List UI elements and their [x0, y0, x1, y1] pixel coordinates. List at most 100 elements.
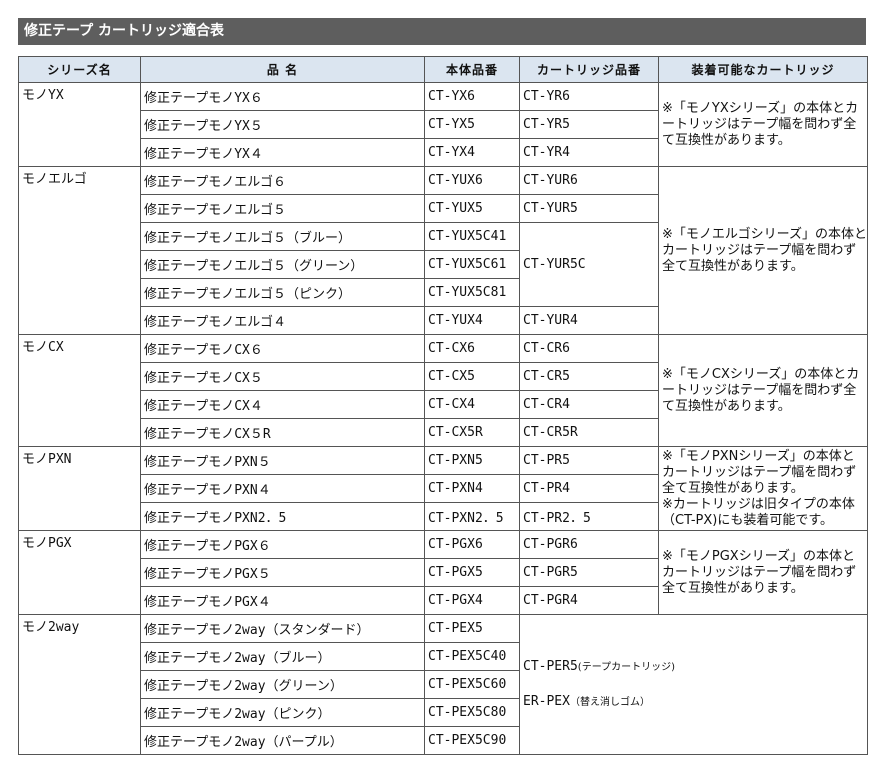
- body-number: CT-CX4: [424, 390, 520, 419]
- product-name: 修正テープモノエルゴ５（ブルー）: [140, 222, 425, 251]
- body-number: CT-PGX6: [424, 530, 520, 559]
- product-name: 修正テープモノCX６: [140, 334, 425, 363]
- body-number: CT-YX6: [424, 82, 520, 111]
- table-header-row: シリーズ名 品 名 本体品番 カートリッジ品番 装着可能なカートリッジ: [18, 56, 868, 83]
- cartridge-desc: (テープカートリッジ): [577, 661, 675, 673]
- series-name: モノエルゴ: [18, 166, 141, 335]
- product-name: 修正テープモノPGX６: [140, 530, 425, 559]
- series-name: モノYX: [18, 82, 141, 167]
- cartridge-line: ER-PEX（替え消しゴム）: [523, 693, 867, 712]
- product-name: 修正テープモノ2way（ピンク）: [140, 698, 425, 727]
- product-name: 修正テープモノ2way（ブルー）: [140, 642, 425, 671]
- body-number: CT-CX6: [424, 334, 520, 363]
- table-row: モノ2way 修正テープモノ2way（スタンダード） CT-PEX5 CT-PER5(…: [18, 614, 868, 755]
- note-text: ※「モノCXシリーズ」の本体とカートリッジはテープ幅を問わず全て互換性があります…: [662, 366, 860, 414]
- product-name: 修正テープモノPXN４: [140, 474, 425, 503]
- product-name: 修正テープモノエルゴ５（ピンク）: [140, 278, 425, 307]
- cartridge-number: CT-PGR6: [519, 530, 659, 559]
- product-name: 修正テープモノPGX４: [140, 586, 425, 615]
- compatibility-note: ※「モノPXNシリーズ」の本体とカートリッジはテープ幅を問わず全て互換性がありま…: [658, 446, 868, 531]
- product-name: 修正テープモノ2way（パープル）: [140, 726, 425, 755]
- cartridge-number: CT-CR4: [519, 390, 659, 419]
- body-number: CT-CX5R: [424, 418, 520, 447]
- cartridge-number: CT-PR4: [519, 474, 659, 503]
- product-name: 修正テープモノ2way（スタンダード）: [140, 614, 425, 643]
- product-name: 修正テープモノ2way（グリーン）: [140, 670, 425, 699]
- body-number: CT-YUX5C61: [424, 250, 520, 279]
- body-number: CT-YUX4: [424, 306, 520, 335]
- table-body: モノYX 修正テープモノYX６ CT-YX6 CT-YR6 ※「モノYXシリーズ」の本体…: [18, 82, 868, 755]
- cartridge-desc: （替え消しゴム）: [569, 696, 650, 708]
- cartridge-number: CT-PR2．5: [519, 502, 659, 531]
- cartridge-number: CT-YR5: [519, 110, 659, 139]
- body-number: CT-YUX5C81: [424, 278, 520, 307]
- note-text: ※カートリッジは旧タイプの本体（CT-PX)にも装着可能です。: [662, 496, 855, 528]
- cartridge-number: CT-PGR5: [519, 558, 659, 587]
- cartridge-number: CT-YUR6: [519, 166, 659, 195]
- product-name: 修正テープモノPXN2．5: [140, 502, 425, 531]
- header-product: 品 名: [140, 56, 425, 83]
- product-name: 修正テープモノPGX５: [140, 558, 425, 587]
- table-row: モノPGX 修正テープモノPGX６ CT-PGX6 CT-PGR6 ※「モノPGXシリー…: [18, 530, 868, 615]
- cartridge-code: ER-PEX: [523, 693, 570, 709]
- cartridge-code: CT-PER5: [523, 658, 578, 674]
- note-text: ※「モノエルゴシリーズ」の本体とカートリッジはテープ幅を問わず全て互換性がありま…: [662, 226, 867, 274]
- cartridge-number: CT-YUR5: [519, 194, 659, 223]
- body-number: CT-PEX5C90: [424, 726, 520, 755]
- body-number: CT-YUX5C41: [424, 222, 520, 251]
- body-number: CT-PGX4: [424, 586, 520, 615]
- cartridge-number: CT-YUR5C: [519, 222, 659, 307]
- product-name: 修正テープモノCX５R: [140, 418, 425, 447]
- body-number: CT-YUX5: [424, 194, 520, 223]
- series-name: モノCX: [18, 334, 141, 447]
- header-body-number: 本体品番: [424, 56, 520, 83]
- body-number: CT-PXN4: [424, 474, 520, 503]
- combined-cartridge-note: CT-PER5(テープカートリッジ) ER-PEX（替え消しゴム）: [519, 614, 868, 755]
- product-name: 修正テープモノエルゴ４: [140, 306, 425, 335]
- compatibility-note: ※「モノPGXシリーズ」の本体とカートリッジはテープ幅を問わず全て互換性がありま…: [658, 530, 868, 615]
- cartridge-number: CT-YR6: [519, 82, 659, 111]
- body-number: CT-PXN2．5: [424, 502, 520, 531]
- body-number: CT-PEX5: [424, 614, 520, 643]
- table-row: モノPXN 修正テープモノPXN５ CT-PXN5 CT-PR5 ※「モノPXNシリーズ…: [18, 446, 868, 531]
- page-title: 修正テープ カートリッジ適合表: [18, 18, 866, 45]
- body-number: CT-PGX5: [424, 558, 520, 587]
- header-cartridge-number: カートリッジ品番: [519, 56, 659, 83]
- product-name: 修正テープモノYX６: [140, 82, 425, 111]
- product-name: 修正テープモノYX５: [140, 110, 425, 139]
- cartridge-number: CT-PR5: [519, 446, 659, 475]
- cartridge-number: CT-CR6: [519, 334, 659, 363]
- table-row: モノエルゴ 修正テープモノエルゴ６ CT-YUX6 CT-YUR6 ※「モノエルゴシリー…: [18, 166, 868, 335]
- series-name: モノPGX: [18, 530, 141, 615]
- product-name: 修正テープモノエルゴ５（グリーン）: [140, 250, 425, 279]
- table-row: モノCX 修正テープモノCX６ CT-CX6 CT-CR6 ※「モノCXシリーズ」の本体…: [18, 334, 868, 447]
- compatibility-note: ※「モノCXシリーズ」の本体とカートリッジはテープ幅を問わず全て互換性があります…: [658, 334, 868, 447]
- cartridge-number: CT-CR5: [519, 362, 659, 391]
- body-number: CT-PEX5C80: [424, 698, 520, 727]
- compatibility-note: ※「モノエルゴシリーズ」の本体とカートリッジはテープ幅を問わず全て互換性がありま…: [658, 166, 868, 335]
- body-number: CT-PXN5: [424, 446, 520, 475]
- body-number: CT-PEX5C40: [424, 642, 520, 671]
- product-name: 修正テープモノYX４: [140, 138, 425, 167]
- series-name: モノPXN: [18, 446, 141, 531]
- series-name: モノ2way: [18, 614, 141, 755]
- body-number: CT-PEX5C60: [424, 670, 520, 699]
- header-compatible-cartridge: 装着可能なカートリッジ: [658, 56, 868, 83]
- product-name: 修正テープモノCX４: [140, 390, 425, 419]
- header-series: シリーズ名: [18, 56, 141, 83]
- compatibility-table: シリーズ名 品 名 本体品番 カートリッジ品番 装着可能なカートリッジ モノYX…: [18, 56, 868, 755]
- cartridge-number: CT-YR4: [519, 138, 659, 167]
- compatibility-note: ※「モノYXシリーズ」の本体とカートリッジはテープ幅を問わず全て互換性があります…: [658, 82, 868, 167]
- body-number: CT-CX5: [424, 362, 520, 391]
- note-text: ※「モノPGXシリーズ」の本体とカートリッジはテープ幅を問わず全て互換性がありま…: [662, 548, 857, 596]
- cartridge-number: CT-PGR4: [519, 586, 659, 615]
- body-number: CT-YX5: [424, 110, 520, 139]
- note-text: ※「モノYXシリーズ」の本体とカートリッジはテープ幅を問わず全て互換性があります…: [662, 100, 859, 148]
- product-name: 修正テープモノPXN５: [140, 446, 425, 475]
- note-text: ※「モノPXNシリーズ」の本体とカートリッジはテープ幅を問わず全て互換性がありま…: [662, 448, 857, 496]
- product-name: 修正テープモノCX５: [140, 362, 425, 391]
- table-row: モノYX 修正テープモノYX６ CT-YX6 CT-YR6 ※「モノYXシリーズ」の本体…: [18, 82, 868, 167]
- cartridge-line: CT-PER5(テープカートリッジ): [523, 658, 867, 677]
- cartridge-number: CT-CR5R: [519, 418, 659, 447]
- product-name: 修正テープモノエルゴ６: [140, 166, 425, 195]
